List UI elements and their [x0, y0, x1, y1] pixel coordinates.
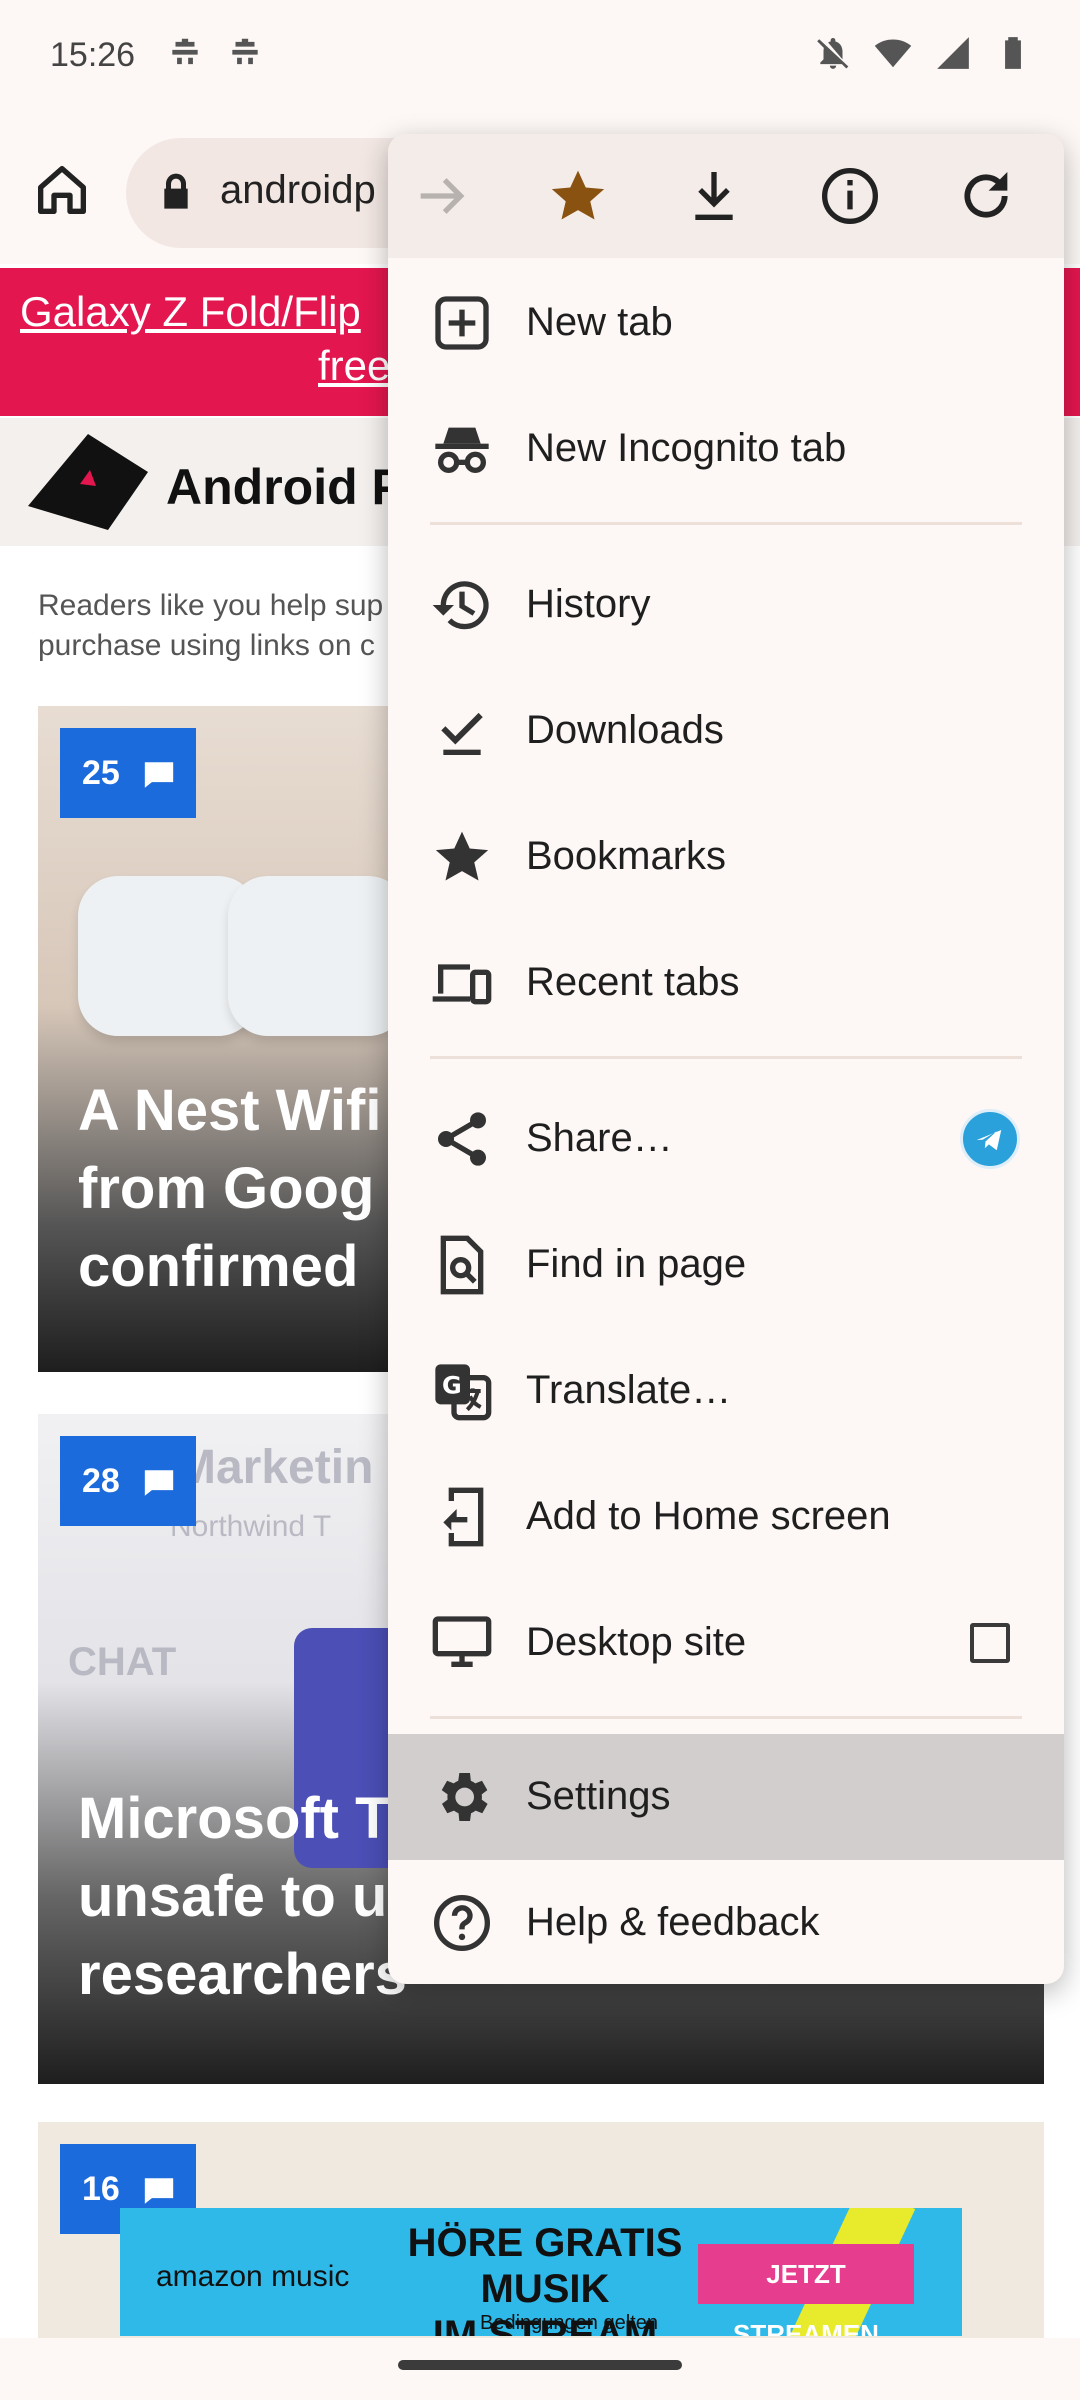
- comment-icon: [144, 762, 174, 788]
- title-line: confirmed: [78, 1234, 359, 1299]
- history-icon: [432, 581, 489, 630]
- telegram-icon[interactable]: [960, 1109, 1020, 1169]
- game-controller-icon: [232, 38, 258, 65]
- article-image-object: [228, 876, 408, 1036]
- status-bar: 15:26: [0, 0, 1080, 120]
- menu-item-new-incognito-tab[interactable]: New Incognito tab: [388, 386, 1064, 512]
- new-tab-icon: [435, 296, 489, 350]
- title-line: unsafe to u: [78, 1864, 388, 1929]
- menu-action-row: [388, 134, 1064, 258]
- menu-item-label: Translate…: [526, 1368, 732, 1412]
- ad-cta-button[interactable]: JETZT STREAMEN: [698, 2244, 914, 2336]
- gear-icon: [441, 1773, 488, 1821]
- translate-icon: G: [435, 1364, 492, 1421]
- downloads-icon: [441, 712, 483, 755]
- menu-item-bookmarks[interactable]: Bookmarks: [388, 794, 1064, 920]
- status-time: 15:26: [50, 36, 136, 74]
- comment-icon: [144, 2178, 174, 2204]
- home-icon[interactable]: [30, 158, 94, 222]
- menu-item-label: Help & feedback: [526, 1900, 820, 1944]
- menu-item-label: New Incognito tab: [526, 426, 847, 470]
- menu-item-history[interactable]: History: [388, 542, 1064, 668]
- menu-divider: [430, 1056, 1022, 1059]
- menu-item-share[interactable]: Share…: [388, 1076, 1064, 1202]
- title-line: from Goog: [78, 1156, 375, 1221]
- image-text: Marketin: [176, 1441, 374, 1494]
- menu-item-label: Bookmarks: [526, 834, 727, 878]
- url-text[interactable]: androidp: [220, 168, 376, 213]
- menu-item-label: History: [526, 582, 651, 626]
- menu-item-label: Find in page: [526, 1242, 747, 1286]
- menu-item-desktop-site[interactable]: Desktop site: [388, 1580, 1064, 1706]
- menu-item-label: Settings: [526, 1774, 671, 1818]
- promo-link[interactable]: Galaxy Z Fold/Flip: [20, 288, 361, 336]
- title-line: researchers: [78, 1942, 407, 2007]
- incognito-icon: [435, 427, 489, 473]
- comment-count: 16: [82, 2170, 120, 2208]
- cell-signal-icon: [937, 37, 969, 69]
- menu-item-add-to-home-screen[interactable]: Add to Home screen: [388, 1454, 1064, 1580]
- battery-icon: [1005, 37, 1021, 69]
- menu-item-new-tab[interactable]: New tab: [388, 260, 1064, 386]
- menu-divider: [430, 522, 1022, 525]
- article-title[interactable]: A Nest Wifi from Goog confirmed: [78, 1072, 381, 1306]
- menu-item-translate[interactable]: G Translate…: [388, 1328, 1064, 1454]
- comment-count-badge[interactable]: 28: [60, 1436, 196, 1526]
- article-title[interactable]: Microsoft T unsafe to u researchers: [78, 1780, 407, 2014]
- star-icon: [435, 831, 489, 881]
- download-icon[interactable]: [682, 164, 746, 228]
- image-text: CHAT: [68, 1640, 177, 1684]
- info-icon[interactable]: [818, 164, 882, 228]
- devices-icon: [432, 964, 492, 1005]
- menu-item-label: Desktop site: [526, 1620, 747, 1664]
- reload-icon[interactable]: [954, 164, 1018, 228]
- comment-count: 28: [82, 1462, 120, 1500]
- svg-text:G: G: [442, 1372, 462, 1400]
- comment-count-badge[interactable]: 25: [60, 728, 196, 818]
- gesture-nav-bar: [0, 2338, 1080, 2400]
- menu-item-label: Recent tabs: [526, 960, 740, 1004]
- android-police-logo[interactable]: [26, 432, 150, 532]
- comment-icon: [144, 1470, 174, 1496]
- site-name[interactable]: Android P: [166, 458, 405, 516]
- menu-item-label: Downloads: [526, 708, 724, 752]
- title-line: A Nest Wifi: [78, 1078, 382, 1143]
- ad-brand: amazon music: [156, 2260, 350, 2293]
- find-in-page-icon: [440, 1235, 484, 1295]
- forward-icon[interactable]: [410, 164, 474, 228]
- menu-item-recent-tabs[interactable]: Recent tabs: [388, 920, 1064, 1046]
- title-line: Microsoft T: [78, 1786, 391, 1851]
- ad-terms: Bedingungen gelten: [480, 2312, 658, 2334]
- amazon-music-ad[interactable]: amazon music HÖRE GRATIS MUSIK IM STREAM…: [120, 2208, 962, 2336]
- menu-item-help-feedback[interactable]: Help & feedback: [388, 1860, 1064, 1984]
- desktop-site-checkbox[interactable]: [970, 1623, 1010, 1663]
- add-to-home-icon: [443, 1487, 484, 1547]
- desktop-icon: [432, 1616, 492, 1667]
- menu-item-downloads[interactable]: Downloads: [388, 668, 1064, 794]
- comment-count: 25: [82, 754, 120, 792]
- bookmark-star-icon[interactable]: [546, 164, 610, 228]
- menu-item-find-in-page[interactable]: Find in page: [388, 1202, 1064, 1328]
- wifi-icon: [874, 39, 912, 68]
- menu-item-label: Share…: [526, 1116, 673, 1160]
- system-icons: [814, 34, 1032, 72]
- menu-item-label: Add to Home screen: [526, 1494, 891, 1538]
- promo-link[interactable]: free: [318, 342, 390, 390]
- bell-off-icon: [817, 37, 849, 69]
- ad-headline-line: HÖRE GRATIS MUSIK: [407, 2221, 683, 2311]
- overflow-menu: New tab New Incognito tab History Downlo…: [388, 134, 1064, 1984]
- menu-item-label: New tab: [526, 300, 673, 344]
- menu-divider: [430, 1716, 1022, 1719]
- game-controller-icon: [172, 38, 198, 65]
- help-icon: [434, 1895, 490, 1951]
- gesture-handle[interactable]: [398, 2360, 682, 2370]
- share-icon: [438, 1112, 486, 1166]
- lock-icon[interactable]: [156, 170, 196, 214]
- notification-icons: [166, 34, 264, 72]
- menu-item-settings[interactable]: Settings: [388, 1734, 1064, 1860]
